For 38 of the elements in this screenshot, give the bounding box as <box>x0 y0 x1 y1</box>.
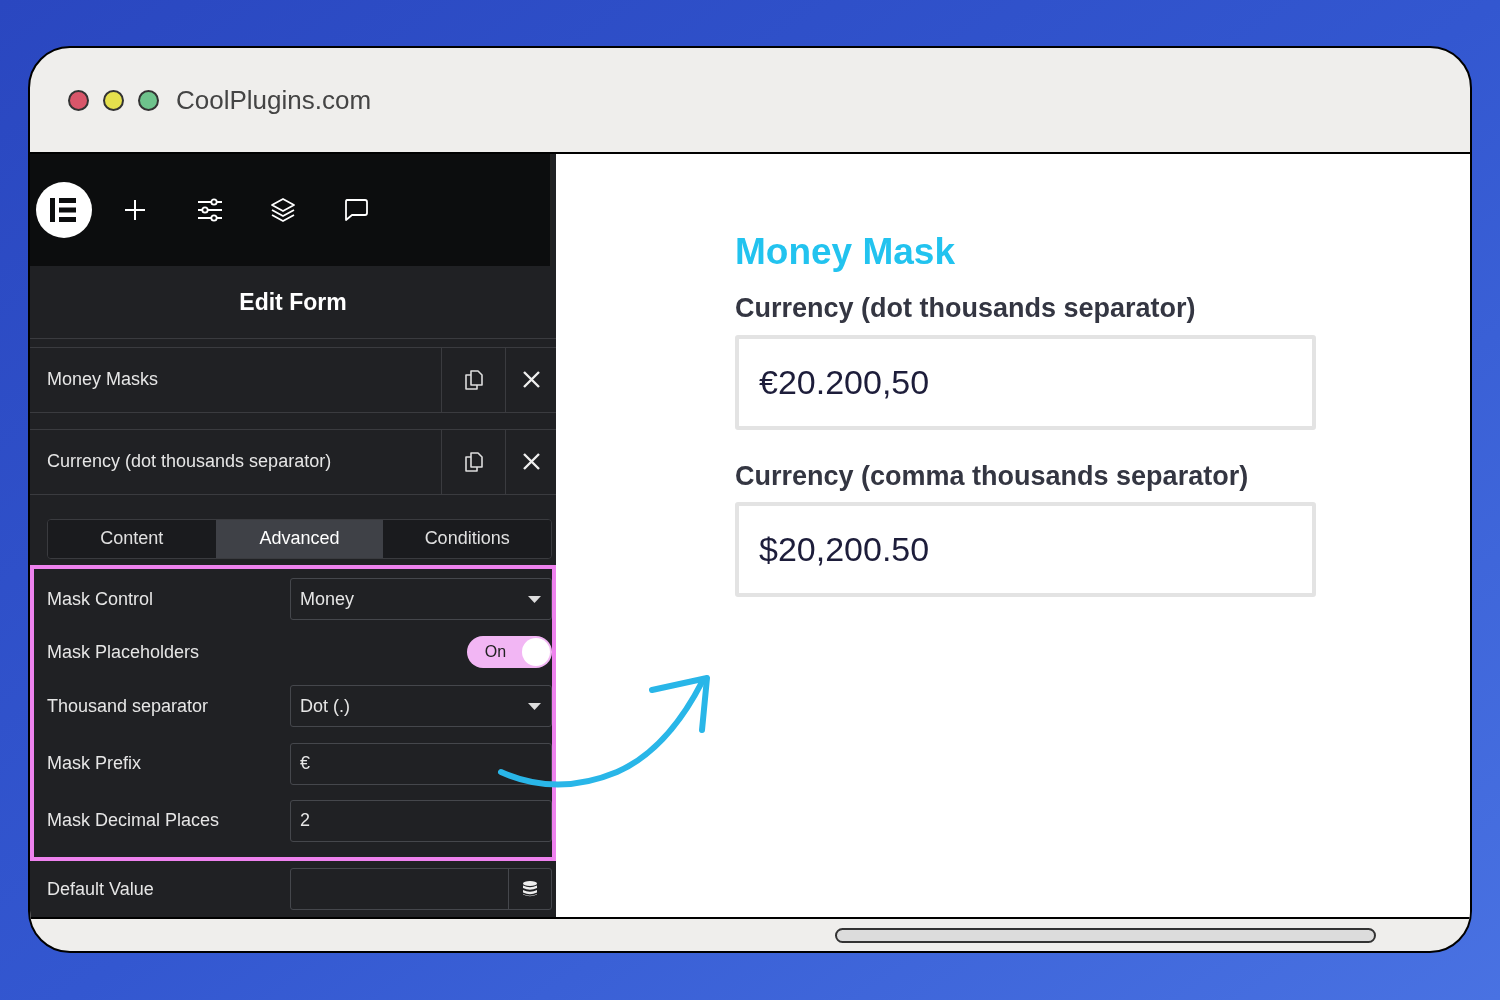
caret-icon <box>528 702 541 710</box>
form-heading: Money Mask <box>735 230 955 274</box>
input-field[interactable]: € <box>290 742 552 785</box>
select-field[interactable]: Dot (.) <box>290 685 552 727</box>
caret-icon <box>528 595 541 603</box>
database-icon[interactable] <box>523 881 537 897</box>
control-label: Mask Prefix <box>47 752 143 775</box>
close-icon[interactable] <box>522 371 540 389</box>
control-label: Default Value <box>47 877 155 901</box>
sliders-icon[interactable] <box>197 197 223 222</box>
repeater-item[interactable]: Currency (dot thousands separator) <box>30 428 556 495</box>
plus-icon[interactable] <box>124 198 146 221</box>
control-label: Mask Placeholders <box>47 640 201 664</box>
field-label: Currency (comma thousands separator) <box>735 459 1249 493</box>
comment-icon[interactable] <box>343 197 369 222</box>
site-title: CoolPlugins.com <box>176 83 372 117</box>
scrollbar[interactable] <box>835 927 1376 943</box>
item-title: Currency (dot thousands separator) <box>46 450 333 474</box>
repeater-item[interactable]: Money Masks <box>30 346 556 413</box>
input-field[interactable] <box>290 868 552 910</box>
select-field[interactable]: Money <box>290 578 552 620</box>
item-title: Money Masks <box>46 368 160 392</box>
control-label: Mask Control <box>47 587 155 611</box>
input-field[interactable]: 2 <box>290 799 552 842</box>
tab[interactable]: Advanced <box>215 519 384 558</box>
input-field[interactable]: $20,200.50 <box>735 502 1316 597</box>
layers-icon[interactable] <box>270 196 296 223</box>
close-icon[interactable] <box>522 453 540 471</box>
tab[interactable]: Conditions <box>383 519 551 558</box>
copy-icon[interactable] <box>464 451 483 472</box>
tab[interactable]: Content <box>48 519 216 558</box>
control-label: Mask Decimal Places <box>47 809 221 832</box>
control-label: Thousand separator <box>47 694 210 718</box>
copy-icon[interactable] <box>464 369 483 390</box>
panel-title: Edit Form <box>239 287 347 317</box>
input-field[interactable]: €20.200,50 <box>735 334 1316 430</box>
toggle-switch[interactable]: On <box>467 636 552 668</box>
field-label: Currency (dot thousands separator) <box>735 292 1196 325</box>
